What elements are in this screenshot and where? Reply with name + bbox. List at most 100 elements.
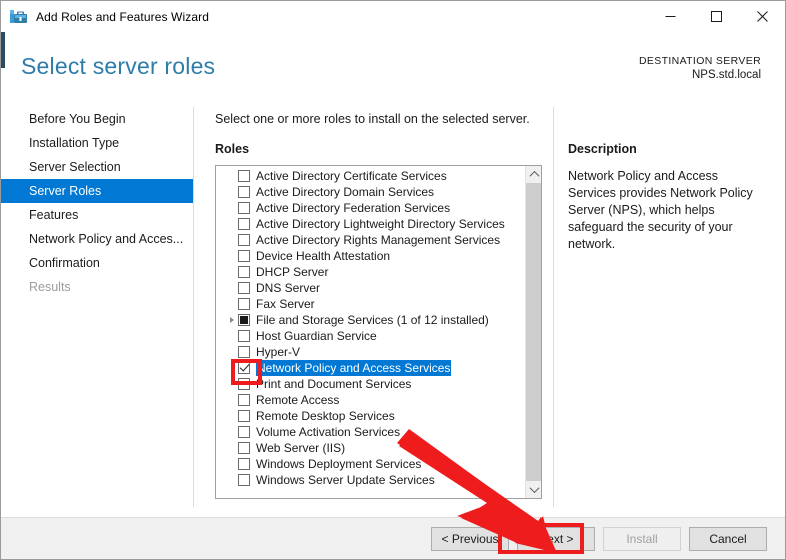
sidebar-item-label: Server Selection [29, 160, 121, 174]
role-label: Print and Document Services [256, 376, 411, 392]
expander-spacer [226, 249, 238, 263]
next-button[interactable]: Next > [517, 527, 595, 551]
roles-section-label: Roles [215, 142, 249, 156]
role-label: Volume Activation Services [256, 424, 400, 440]
role-checkbox[interactable] [238, 378, 250, 390]
role-list-item[interactable]: DHCP Server [216, 264, 525, 280]
sidebar-item-label: Confirmation [29, 256, 100, 270]
expander-spacer [226, 409, 238, 423]
nav-divider [193, 107, 194, 507]
cancel-button[interactable]: Cancel [689, 527, 767, 551]
chevron-down-icon[interactable] [526, 481, 542, 498]
role-checkbox[interactable] [238, 330, 250, 342]
sidebar-item-label: Before You Begin [29, 112, 126, 126]
role-checkbox[interactable] [238, 266, 250, 278]
role-list-item[interactable]: Remote Access [216, 392, 525, 408]
sidebar-item-features[interactable]: Features [1, 203, 193, 227]
sidebar-item-label: Features [29, 208, 78, 222]
role-list-item[interactable]: Windows Server Update Services [216, 472, 525, 488]
maximize-icon[interactable] [693, 1, 739, 32]
role-checkbox[interactable] [238, 346, 250, 358]
sidebar-item-installation-type[interactable]: Installation Type [1, 131, 193, 155]
role-list-item[interactable]: Active Directory Rights Management Servi… [216, 232, 525, 248]
role-checkbox[interactable] [238, 426, 250, 438]
role-label: Remote Access [256, 392, 339, 408]
roles-scrollbar[interactable] [525, 166, 541, 498]
role-checkbox[interactable] [238, 170, 250, 182]
role-label: Active Directory Domain Services [256, 184, 434, 200]
sidebar-item-label: Network Policy and Acces... [29, 232, 183, 246]
role-checkbox[interactable] [238, 234, 250, 246]
role-checkbox[interactable] [238, 298, 250, 310]
chevron-up-icon[interactable] [526, 166, 542, 183]
sidebar-item-server-selection[interactable]: Server Selection [1, 155, 193, 179]
expander-spacer [226, 425, 238, 439]
sidebar-item-before-you-begin[interactable]: Before You Begin [1, 107, 193, 131]
role-checkbox[interactable] [238, 202, 250, 214]
role-label: Active Directory Lightweight Directory S… [256, 216, 505, 232]
expander-spacer [226, 185, 238, 199]
role-checkbox[interactable] [238, 394, 250, 406]
expander-spacer [226, 233, 238, 247]
role-checkbox[interactable] [238, 410, 250, 422]
sidebar-item-network-policy-and-acces[interactable]: Network Policy and Acces... [1, 227, 193, 251]
role-list-item[interactable]: Print and Document Services [216, 376, 525, 392]
role-label: Active Directory Rights Management Servi… [256, 232, 500, 248]
role-checkbox[interactable] [238, 442, 250, 454]
role-list-item[interactable]: Active Directory Certificate Services [216, 168, 525, 184]
role-label: DHCP Server [256, 264, 328, 280]
expander-spacer [226, 377, 238, 391]
install-button: Install [603, 527, 681, 551]
role-list-item[interactable]: Remote Desktop Services [216, 408, 525, 424]
expander-spacer [226, 457, 238, 471]
role-list-item[interactable]: Hyper-V [216, 344, 525, 360]
role-checkbox[interactable] [238, 282, 250, 294]
expander-spacer [226, 297, 238, 311]
role-checkbox[interactable] [238, 186, 250, 198]
description-body: Network Policy and Access Services provi… [568, 168, 768, 253]
role-checkbox[interactable] [238, 218, 250, 230]
role-list-item[interactable]: Device Health Attestation [216, 248, 525, 264]
expand-arrow-icon[interactable] [226, 313, 238, 327]
destination-server-label: DESTINATION SERVER [639, 55, 761, 67]
roles-list: Active Directory Certificate ServicesAct… [216, 168, 525, 488]
close-icon[interactable] [739, 1, 785, 32]
minimize-icon[interactable] [647, 1, 693, 32]
role-checkbox[interactable] [238, 314, 250, 326]
title-bar: Add Roles and Features Wizard [1, 1, 785, 32]
role-list-item[interactable]: Active Directory Federation Services [216, 200, 525, 216]
role-label: Active Directory Federation Services [256, 200, 450, 216]
role-list-item[interactable]: DNS Server [216, 280, 525, 296]
sidebar-item-confirmation[interactable]: Confirmation [1, 251, 193, 275]
role-list-item[interactable]: File and Storage Services (1 of 12 insta… [216, 312, 525, 328]
role-list-item[interactable]: Volume Activation Services [216, 424, 525, 440]
window-title: Add Roles and Features Wizard [36, 10, 209, 24]
expander-spacer [226, 393, 238, 407]
footer-bar: < Previous Next > Install Cancel [1, 518, 785, 559]
scrollbar-thumb[interactable] [526, 183, 542, 481]
expander-spacer [226, 441, 238, 455]
role-label: Remote Desktop Services [256, 408, 395, 424]
expander-spacer [226, 265, 238, 279]
description-title: Description [568, 142, 637, 156]
role-checkbox[interactable] [238, 458, 250, 470]
roles-list-box: Active Directory Certificate ServicesAct… [215, 165, 542, 499]
role-list-item[interactable]: Active Directory Lightweight Directory S… [216, 216, 525, 232]
destination-server-value: NPS.std.local [639, 69, 761, 81]
wizard-nav: Before You Begin Installation Type Server … [1, 107, 193, 512]
role-checkbox[interactable] [238, 362, 250, 374]
role-list-item[interactable]: Network Policy and Access Services [216, 360, 525, 376]
sidebar-item-server-roles[interactable]: Server Roles [1, 179, 193, 203]
role-list-item[interactable]: Windows Deployment Services [216, 456, 525, 472]
previous-button[interactable]: < Previous [431, 527, 509, 551]
expander-spacer [226, 361, 238, 375]
role-checkbox[interactable] [238, 474, 250, 486]
role-checkbox[interactable] [238, 250, 250, 262]
role-list-item[interactable]: Fax Server [216, 296, 525, 312]
role-label: Windows Server Update Services [256, 472, 435, 488]
role-list-item[interactable]: Host Guardian Service [216, 328, 525, 344]
role-list-item[interactable]: Web Server (IIS) [216, 440, 525, 456]
expander-spacer [226, 473, 238, 487]
role-list-item[interactable]: Active Directory Domain Services [216, 184, 525, 200]
sidebar-item-label: Server Roles [29, 184, 101, 198]
